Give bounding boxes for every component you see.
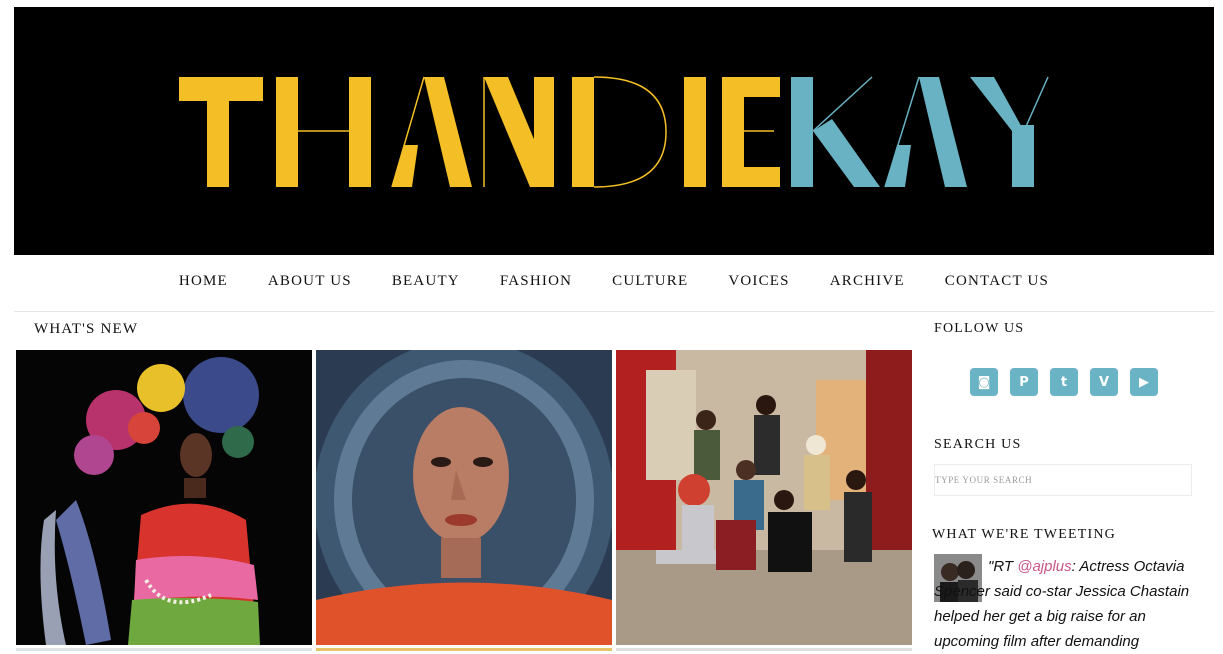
tweeting-title: WHAT WE'RE TWEETING bbox=[932, 527, 1116, 542]
article-image-1[interactable] bbox=[16, 350, 312, 645]
nav-fashion[interactable]: FASHION bbox=[500, 273, 572, 290]
whats-new-title: WHAT'S NEW bbox=[34, 321, 139, 337]
site-banner[interactable] bbox=[14, 7, 1214, 255]
vimeo-icon[interactable]: V bbox=[1090, 368, 1118, 396]
follow-us-title: FOLLOW US bbox=[934, 321, 1025, 336]
brand-logo[interactable] bbox=[14, 7, 1214, 255]
nav-culture[interactable]: CULTURE bbox=[612, 273, 688, 290]
search-input[interactable] bbox=[935, 465, 1191, 495]
article-image-3[interactable] bbox=[616, 350, 912, 645]
article-image-2[interactable] bbox=[316, 350, 612, 645]
nav-archive[interactable]: ARCHIVE bbox=[830, 273, 905, 290]
tweet-prefix: "RT bbox=[988, 558, 1018, 575]
nav-about-us[interactable]: ABOUT US bbox=[268, 273, 352, 290]
youtube-icon[interactable]: ▶ bbox=[1130, 368, 1158, 396]
social-links: ◙ P t V ▶ bbox=[970, 368, 1158, 396]
twitter-icon[interactable]: t bbox=[1050, 368, 1078, 396]
pinterest-icon[interactable]: P bbox=[1010, 368, 1038, 396]
tweet-handle-link[interactable]: @ajplus bbox=[1017, 558, 1071, 575]
main-nav: HOME ABOUT US BEAUTY FASHION CULTURE VOI… bbox=[14, 262, 1214, 300]
instagram-icon[interactable]: ◙ bbox=[970, 368, 998, 396]
search-us-title: SEARCH US bbox=[934, 437, 1022, 452]
nav-beauty[interactable]: BEAUTY bbox=[392, 273, 460, 290]
nav-contact-us[interactable]: CONTACT US bbox=[945, 273, 1049, 290]
logo-part2-letters bbox=[791, 76, 1049, 188]
nav-home[interactable]: HOME bbox=[179, 273, 228, 290]
search-box bbox=[934, 464, 1192, 496]
tweet-text: "RT @ajplus: Actress Octavia Spencer sai… bbox=[934, 554, 1204, 654]
nav-divider bbox=[14, 311, 1214, 312]
logo-part1-letters bbox=[179, 76, 780, 188]
nav-voices[interactable]: VOICES bbox=[728, 273, 789, 290]
